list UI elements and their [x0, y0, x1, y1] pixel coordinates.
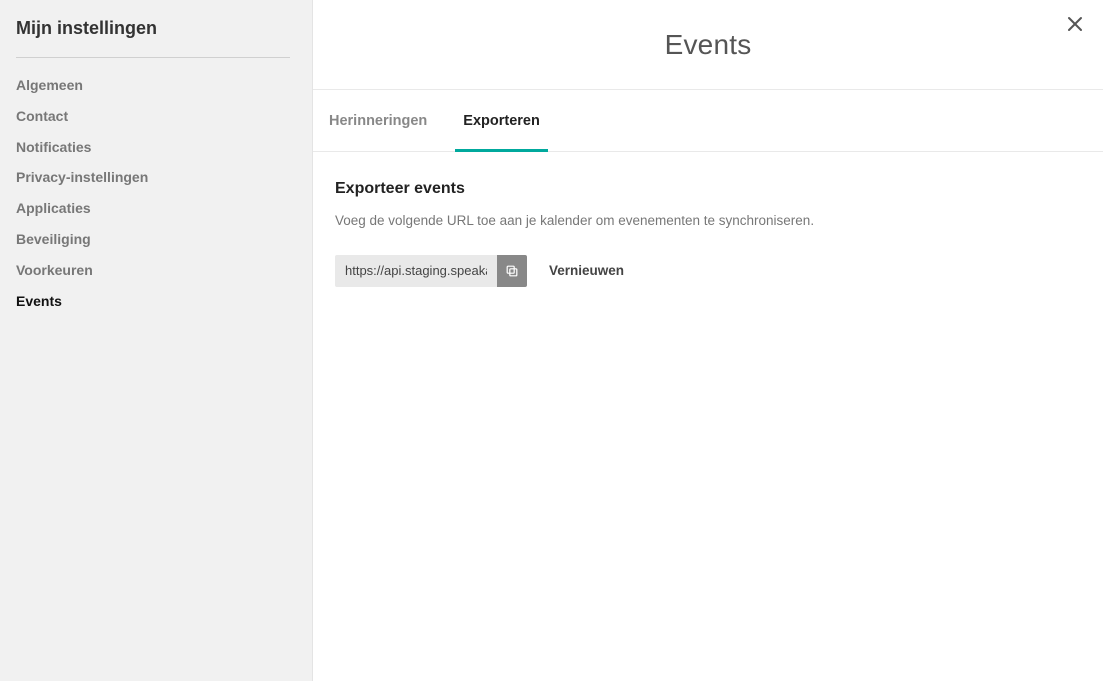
sidebar-divider [16, 57, 290, 58]
sidebar-item-contact[interactable]: Contact [16, 101, 296, 132]
sidebar-item-algemeen[interactable]: Algemeen [16, 70, 296, 101]
sidebar-item-events[interactable]: Events [16, 286, 296, 317]
export-url-input[interactable] [335, 255, 497, 287]
sidebar-item-beveiliging[interactable]: Beveiliging [16, 224, 296, 255]
copy-url-button[interactable] [497, 255, 527, 287]
url-row: Vernieuwen [335, 255, 1081, 287]
main: Events Herinneringen Exporteren Exporteer… [313, 0, 1103, 681]
tab-exporteren[interactable]: Exporteren [463, 90, 540, 151]
sidebar-item-voorkeuren[interactable]: Voorkeuren [16, 255, 296, 286]
sidebar: Mijn instellingen AlgemeenContactNotific… [0, 0, 313, 681]
export-title: Exporteer events [335, 180, 1081, 198]
export-description: Voeg de volgende URL toe aan je kalender… [335, 212, 1081, 231]
sidebar-title: Mijn instellingen [16, 16, 296, 57]
tabs: Herinneringen Exporteren [313, 90, 1103, 152]
sidebar-item-notificaties[interactable]: Notificaties [16, 132, 296, 163]
sidebar-item-privacy[interactable]: Privacy-instellingen [16, 162, 296, 193]
url-group [335, 255, 527, 287]
page-title: Events [665, 29, 752, 61]
content-export: Exporteer events Voeg de volgende URL to… [313, 152, 1103, 315]
refresh-link[interactable]: Vernieuwen [549, 263, 624, 278]
close-button[interactable] [1065, 14, 1085, 34]
sidebar-item-applicaties[interactable]: Applicaties [16, 193, 296, 224]
copy-icon [505, 264, 519, 278]
main-header: Events [313, 0, 1103, 90]
sidebar-list: AlgemeenContactNotificatiesPrivacy-inste… [16, 70, 296, 316]
tab-herinneringen[interactable]: Herinneringen [329, 90, 427, 151]
close-icon [1067, 16, 1083, 32]
